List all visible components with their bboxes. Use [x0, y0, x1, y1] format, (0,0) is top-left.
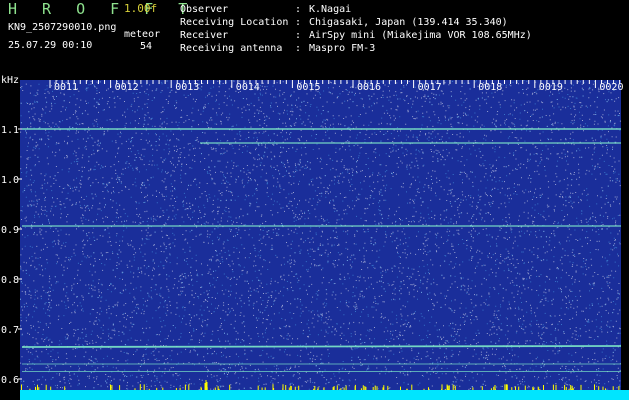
frequency-tick-label: 0.9 [1, 225, 19, 236]
meta-value: Maspro FM-3 [309, 43, 376, 54]
frequency-axis: 1.1 1.0 0.9 0.8 0.7 0.6 [1, 125, 22, 386]
frequency-unit-label: kHz [1, 75, 19, 86]
meta-row-antenna: Receiving antenna: Maspro FM-3 [180, 43, 376, 54]
carrier-trace [21, 345, 622, 348]
version-label: 1.00f [124, 2, 158, 15]
meteor-count: 54 [140, 41, 153, 52]
meta-value: K.Nagai [309, 4, 352, 15]
spectrogram: 0011 0012 0013 0014 0015 0016 0017 0018 0019 0020… [0, 72, 629, 400]
meta-value: Chigasaki, Japan (139.414 35.340) [309, 17, 508, 28]
metadata-panel: Observer: K.Nagai Receiving Location: Chig… [180, 3, 620, 55]
meta-label: Receiving antenna [180, 43, 283, 54]
meta-label: Observer [180, 4, 229, 15]
meta-row-receiver: Receiver: AirSpy mini (Miakejima VOR 108.… [180, 30, 532, 41]
meta-value: AirSpy mini (Miakejima VOR 108.65MHz) [309, 30, 532, 41]
app-title: H R O F F T [8, 0, 196, 18]
frequency-tick-label: 0.8 [1, 275, 19, 286]
datetime-label: 25.07.29 00:10 [8, 40, 93, 51]
frequency-tick-label: 1.1 [1, 125, 19, 136]
frequency-tick-label: 0.7 [1, 325, 19, 336]
baseline-bar [20, 390, 629, 400]
filename-label: KN9_2507290010.png [8, 22, 117, 33]
meta-row-location: Receiving Location: Chigasaki, Japan (139… [180, 17, 508, 28]
meteor-label: meteor [124, 29, 161, 40]
meta-row-observer: Observer: K.Nagai [180, 4, 352, 15]
frequency-tick-label: 1.0 [1, 175, 19, 186]
meta-label: Receiver [180, 30, 229, 41]
spectrogram-canvas: 0011 0012 0013 0014 0015 0016 0017 0018 0019 0020… [1, 75, 629, 400]
meta-label: Receiving Location [180, 17, 289, 28]
frequency-tick-label: 0.6 [1, 375, 19, 386]
header: H R O F F T 1.00f KN9_2507290010.png 25.… [0, 0, 629, 72]
